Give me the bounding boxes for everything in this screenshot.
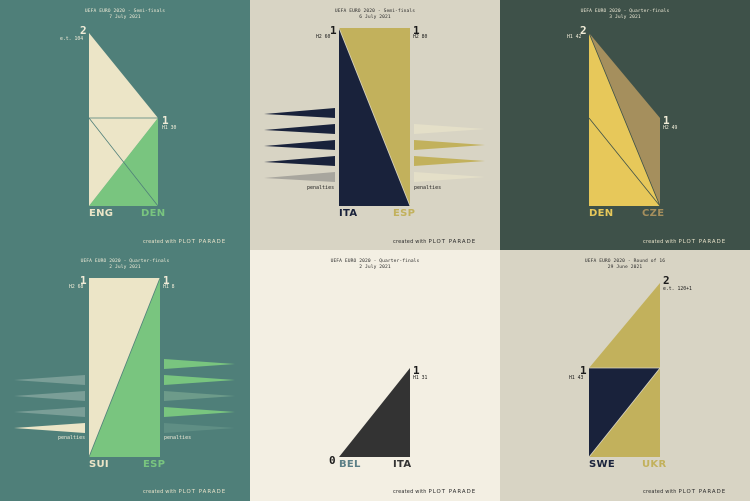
plotparade-credit: created with PLOT PARADE (393, 239, 477, 245)
score-diagram (88, 33, 159, 207)
left-goal-time: H1 43 (569, 376, 584, 381)
left-score: 2 (80, 24, 87, 37)
left-team-triangle (89, 33, 158, 118)
penalty-kick-mark (14, 391, 85, 401)
right-team-name: ITA (393, 459, 412, 470)
penalty-kick-mark (164, 375, 235, 385)
right-goal-time: e.t. 120+1 (663, 287, 692, 292)
penalty-kick-mark (414, 140, 485, 150)
left-team-name: SUI (89, 459, 109, 470)
penalty-kick-mark (414, 156, 485, 166)
penalties-label: penalties (307, 185, 335, 191)
left-team-name: SWE (589, 459, 615, 470)
plotparade-credit: created with PLOT PARADE (393, 489, 477, 495)
penalty-kick-mark (164, 391, 235, 401)
penalty-kick-mark (14, 423, 85, 433)
match-panel-ita-esp: UEFA EURO 2020 - Semi-finals 6 July 2021… (250, 0, 500, 250)
penalty-kick-mark (14, 375, 85, 385)
right-team-name: UKR (642, 459, 667, 470)
penalty-kick-mark (164, 423, 235, 433)
left-team-name: ITA (339, 208, 358, 219)
penalty-kick-mark (264, 140, 335, 150)
score-diagram (588, 283, 661, 458)
right-goal-time: H2 49 (663, 126, 678, 131)
right-team-name: ESP (393, 208, 416, 219)
score-diagram (339, 368, 410, 457)
right-goal-time: H1 31 (413, 376, 428, 381)
left-score: 0 (329, 454, 336, 467)
left-goal-time: H2 60 (316, 35, 331, 40)
left-score: 1 (330, 24, 337, 37)
left-team-name: DEN (589, 208, 614, 219)
match-panel-sui-esp: UEFA EURO 2020 - Quarter-finals 2 July 2… (0, 250, 250, 501)
match-panel-bel-ita: UEFA EURO 2020 - Quarter-finals 2 July 2… (250, 250, 500, 501)
right-goal-time: H1 30 (162, 126, 177, 131)
penalties-label: penalties (414, 185, 442, 191)
score-diagram (14, 277, 235, 458)
penalty-kick-mark (164, 359, 235, 369)
right-score: 2 (663, 274, 670, 287)
penalty-kick-mark (264, 156, 335, 166)
penalty-kick-mark (264, 124, 335, 134)
plotparade-credit: created with PLOT PARADE (643, 489, 727, 495)
score-diagram (264, 27, 485, 207)
right-goal-time: H1 8 (163, 285, 175, 290)
plotparade-credit: created with PLOT PARADE (643, 239, 727, 245)
penalties-label: penalties (164, 435, 192, 441)
right-team-name: CZE (642, 208, 665, 219)
right-goal-time: H2 80 (413, 35, 428, 40)
left-goal-time: H2 68 (69, 285, 84, 290)
left-team-name: BEL (339, 459, 361, 470)
penalty-kick-mark (164, 407, 235, 417)
plotparade-credit: created with PLOT PARADE (143, 489, 227, 495)
penalties-label: penalties (58, 435, 86, 441)
right-team-area (339, 368, 410, 457)
match-panel-den-cze: UEFA EURO 2020 - Quarter-finals 3 July 2… (500, 0, 750, 250)
right-team-name: ESP (143, 459, 166, 470)
left-goal-time: e.t. 104 (60, 37, 84, 42)
penalty-kick-mark (14, 407, 85, 417)
left-team-name: ENG (89, 208, 114, 219)
penalty-kick-mark (264, 108, 335, 118)
penalty-kick-mark (414, 124, 485, 134)
right-team-triangle (589, 283, 660, 368)
left-goal-time: H1 42 (567, 35, 582, 40)
score-diagram (588, 32, 661, 207)
match-panel-eng-den: UEFA EURO 2020 - Semi-finals 7 July 2021… (0, 0, 250, 250)
plotparade-credit: created with PLOT PARADE (143, 239, 227, 245)
penalty-kick-mark (264, 172, 335, 182)
right-team-name: DEN (141, 208, 166, 219)
penalty-kick-mark (414, 172, 485, 182)
match-panel-swe-ukr: UEFA EURO 2020 - Round of 16 29 June 202… (500, 250, 750, 501)
